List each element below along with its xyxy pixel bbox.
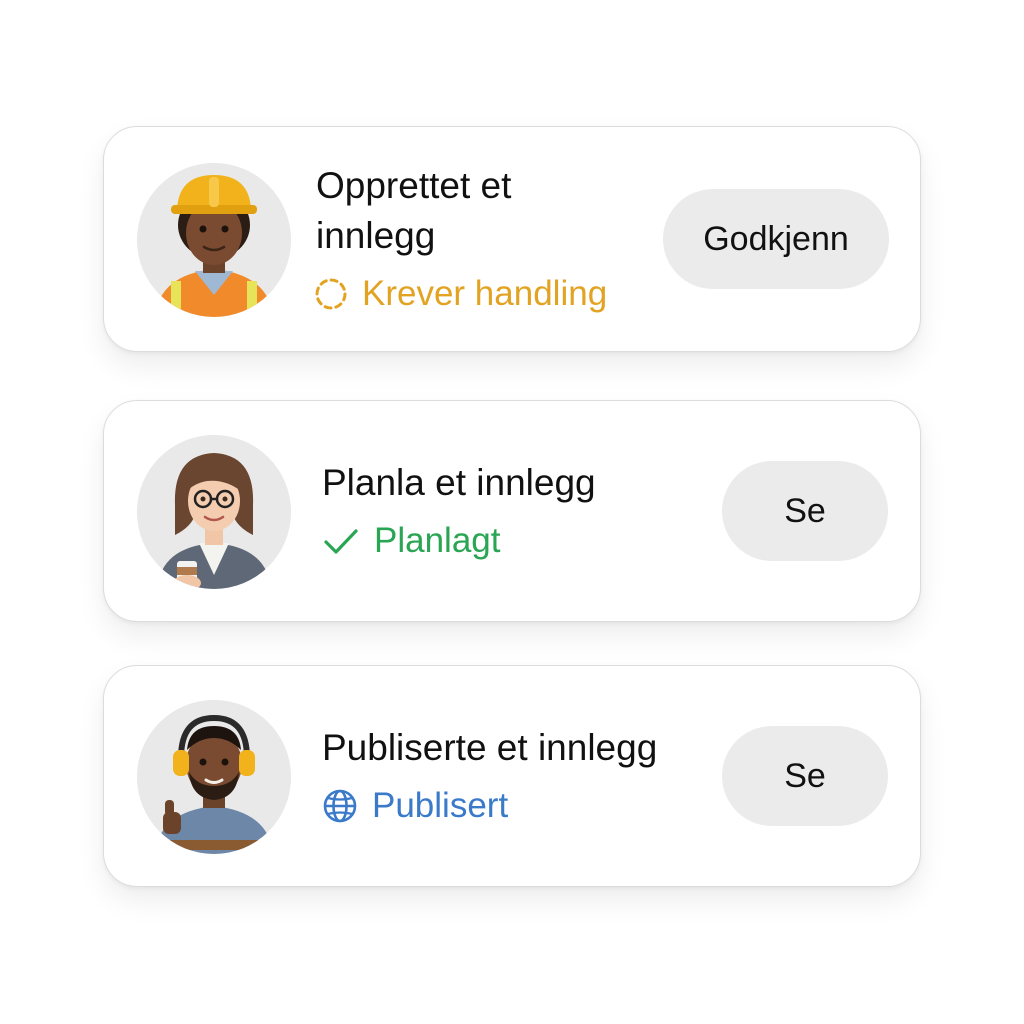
construction-worker-avatar [137, 163, 291, 317]
status-label-row: Planlagt [322, 519, 500, 563]
globe-icon [322, 788, 358, 824]
activity-card: Planla et innlegg Planlagt Se [103, 400, 921, 622]
view-button[interactable]: Se [722, 461, 888, 561]
craftsman-headphones-avatar [137, 700, 291, 854]
status-label-row: Krever handling [314, 272, 607, 316]
status-text: Planlagt [374, 521, 501, 560]
avatar [137, 700, 291, 854]
activity-card: Opprettet et innlegg Krever handling God… [103, 126, 921, 352]
activity-card: Publiserte et innlegg Publisert Se [103, 665, 921, 887]
checkmark-icon [322, 524, 360, 558]
activity-title: Opprettet et innlegg [316, 165, 512, 256]
activity-feed: Opprettet et innlegg Krever handling God… [0, 0, 1024, 1024]
avatar [137, 163, 291, 317]
activity-title: Planla et innlegg [322, 462, 596, 503]
office-woman-avatar [137, 435, 291, 589]
view-button[interactable]: Se [722, 726, 888, 826]
avatar [137, 435, 291, 589]
status-text: Publisert [372, 786, 509, 825]
status-label-row: Publisert [322, 784, 508, 828]
pending-dashed-circle-icon [314, 277, 348, 311]
approve-button[interactable]: Godkjenn [663, 189, 889, 289]
status-text: Krever handling [362, 274, 608, 313]
activity-title: Publiserte et innlegg [322, 727, 658, 768]
